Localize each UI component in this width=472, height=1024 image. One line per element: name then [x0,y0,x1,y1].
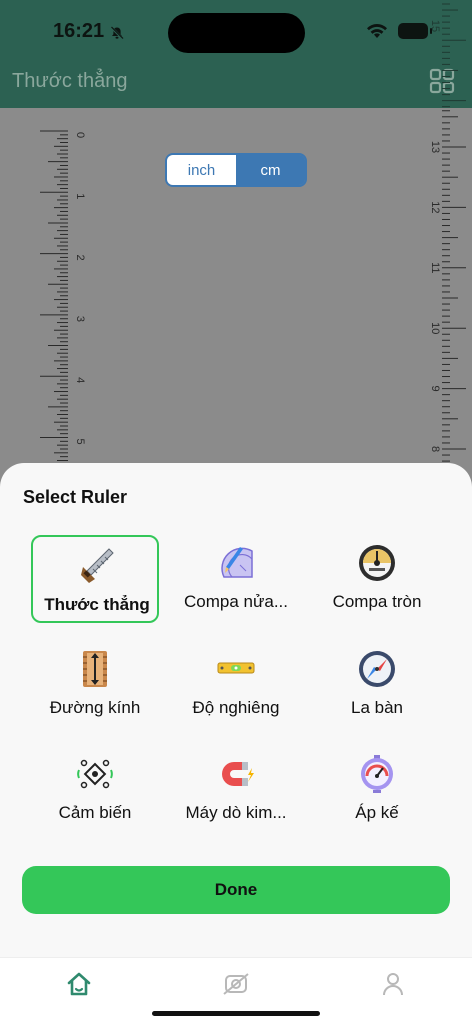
select-ruler-sheet: Select Ruler Thước thẳng Compa nửa... Co… [0,463,472,1024]
cm-label: 8 [429,446,441,452]
cm-label: 9 [429,386,441,392]
ruler-option-label: Độ nghiêng [192,698,280,717]
status-time: 16:21 [53,20,105,42]
app-header: 16:21 Thước thẳng [0,0,472,108]
inch-label: 2 [74,255,86,261]
ruler-option-label: Áp kế [355,803,399,822]
ruler-option-round-compass[interactable]: Compa tròn [313,535,441,623]
ruler-option-protractor[interactable]: Compa nửa... [172,535,300,623]
inch-label: 3 [74,316,86,322]
ruler-option-label: Compa tròn [332,592,422,611]
ruler-option-compass[interactable]: La bàn [313,641,441,729]
ruler-option-label: Cảm biến [58,803,132,822]
cm-label: 10 [429,322,441,334]
home-icon[interactable] [65,970,93,998]
scan-icon[interactable] [222,970,250,998]
unit-toggle[interactable]: inch cm [165,153,307,187]
inch-label: 1 [74,193,86,199]
ruler-option-pressure[interactable]: Áp kế [313,746,441,834]
inch-label: 5 [74,438,86,444]
cm-label: 12 [429,201,441,213]
inch-label: 0 [74,132,86,138]
pressure-gauge-icon [361,755,393,793]
magnet-icon [222,762,254,786]
sensor-icon [77,759,113,789]
ruler-option-label: Máy dò kim... [185,803,287,822]
wifi-icon [367,23,387,38]
ruler-option-magnet[interactable]: Máy dò kim... [172,746,300,834]
ruler-option-label: La bàn [351,698,403,717]
ruler-option-level[interactable]: Độ nghiêng [172,641,300,729]
battery-icon [398,23,432,39]
sheet-title: Select Ruler [23,487,128,507]
round-compass-icon [359,545,395,581]
protractor-icon [221,547,253,578]
ruler-square-icon [81,548,114,583]
ruler-header-edge: 15 [432,3,466,108]
cm-label: 11 [429,262,441,273]
done-button[interactable]: Done [22,866,450,914]
compass-icon [359,651,395,687]
ruler-option-label: Compa nửa... [184,592,288,611]
cm-label: 13 [429,141,441,153]
bell-slash-icon [110,26,124,40]
cm-label: 15 [432,20,441,32]
inch-label: 4 [74,377,86,383]
caliper-icon [83,651,107,687]
ruler-option-label: Đường kính [49,698,141,717]
page-title: Thước thẳng [12,70,128,92]
unit-cm-button[interactable]: cm [236,155,305,185]
dynamic-island [168,13,305,53]
unit-inch-button[interactable]: inch [167,155,236,185]
home-indicator [152,1011,320,1016]
ruler-option-caliper[interactable]: Đường kính [31,641,159,729]
ruler-option-label: Thước thẳng [44,595,150,614]
profile-icon[interactable] [379,970,407,998]
ruler-option-sensor[interactable]: Cảm biến [31,746,159,834]
spirit-level-icon [217,662,255,674]
status-bar: 16:21 [0,0,472,62]
ruler-option-straight[interactable]: Thước thẳng [31,535,159,623]
